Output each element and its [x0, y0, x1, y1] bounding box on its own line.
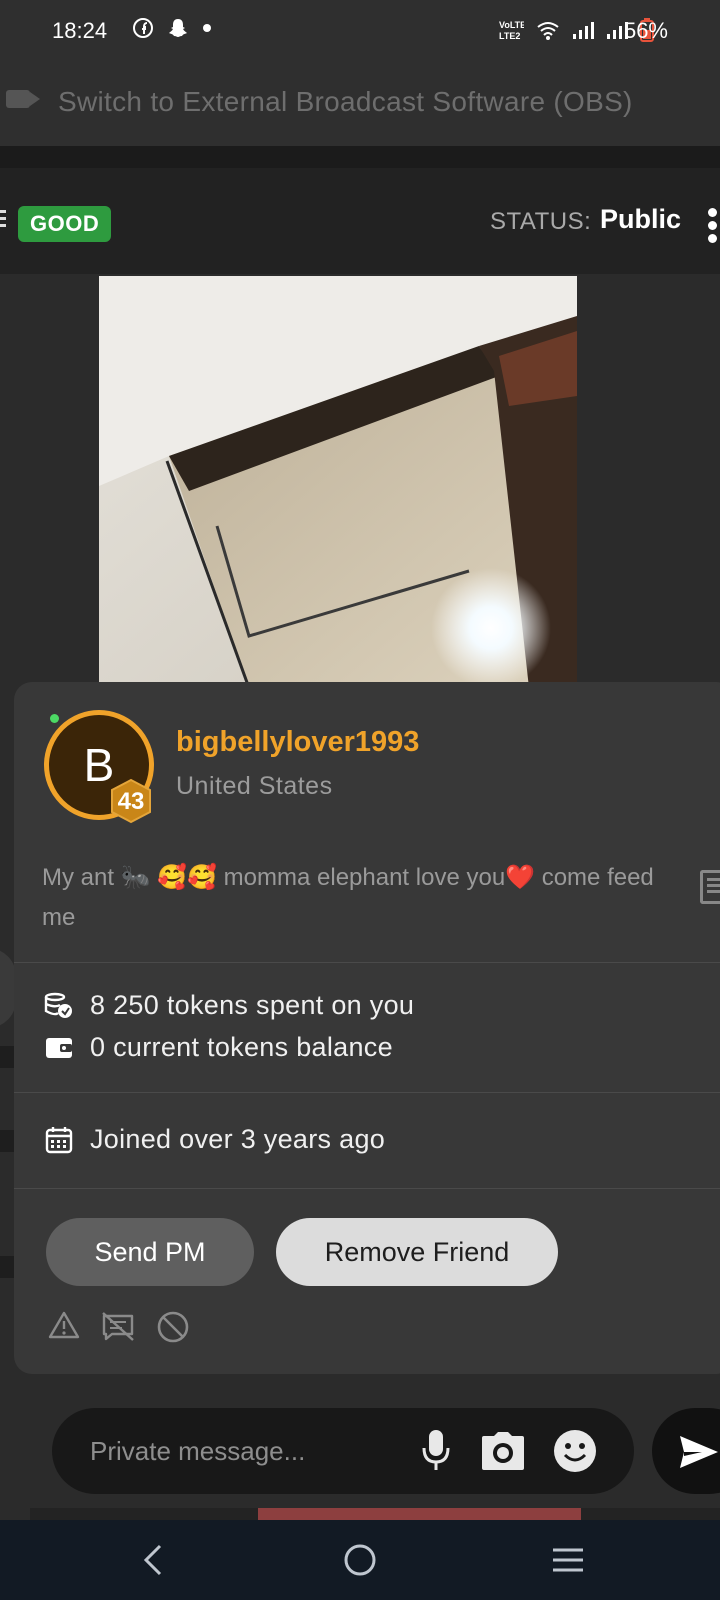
camera-icon[interactable] [480, 1430, 526, 1472]
camera-feed-image [99, 276, 577, 688]
tokens-spent-text: 8 250 tokens spent on you [90, 990, 415, 1020]
online-indicator [50, 714, 59, 723]
level-badge: 43 [108, 778, 154, 824]
moderation-actions [48, 1310, 190, 1344]
private-message-input[interactable]: Private message... [52, 1408, 634, 1494]
app-root: 18:24 VoLTE LTE2 56% Switch to External … [0, 0, 720, 1600]
username[interactable]: bigbellylover1993 [176, 726, 419, 759]
send-button[interactable] [652, 1408, 720, 1494]
user-bio: My ant 🐜 🥰🥰 momma elephant love you❤️ co… [42, 864, 654, 931]
remove-friend-button[interactable]: Remove Friend [276, 1218, 558, 1286]
progress-bar [30, 1508, 720, 1520]
coins-icon [44, 992, 72, 1018]
svg-text:VoLTE: VoLTE [499, 20, 524, 30]
facebook-icon [133, 18, 153, 38]
joined-text: Joined over 3 years ago [90, 1124, 386, 1154]
user-profile-card: B 43 bigbellylover1993 United States My … [14, 682, 720, 1374]
divider [14, 962, 720, 963]
microphone-icon[interactable] [420, 1428, 452, 1474]
send-pm-button[interactable]: Send PM [46, 1218, 254, 1286]
status-label: STATUS: [490, 208, 592, 235]
status-value[interactable]: Public [600, 204, 681, 235]
notification-icons [132, 16, 212, 40]
dot-icon [203, 24, 211, 32]
back-icon[interactable] [138, 1542, 168, 1578]
svg-text:LTE2: LTE2 [499, 31, 520, 41]
notes-icon[interactable] [700, 870, 720, 904]
video-preview[interactable] [99, 276, 577, 688]
obs-switch-bar[interactable]: Switch to External Broadcast Software (O… [0, 62, 720, 146]
emoji-icon[interactable] [552, 1428, 598, 1474]
send-icon [680, 1436, 718, 1468]
signal-icon [573, 22, 594, 39]
broadcast-header: GOOD STATUS: Public [0, 168, 720, 274]
snapchat-icon [169, 19, 187, 37]
status-bar: 18:24 VoLTE LTE2 56% [0, 0, 720, 62]
menu-icon[interactable] [0, 210, 6, 231]
battery-percent: 56% [623, 18, 668, 43]
home-icon[interactable] [342, 1542, 378, 1578]
status-time: 18:24 [52, 18, 108, 43]
separator-strip [0, 146, 720, 168]
video-camera-icon [6, 90, 40, 108]
level-number: 43 [117, 788, 145, 815]
avatar[interactable]: B 43 [44, 710, 154, 824]
calendar-icon [45, 1127, 73, 1154]
navigation-bar [0, 1520, 720, 1600]
divider [14, 1188, 720, 1189]
wallet-icon [46, 1038, 72, 1058]
divider [14, 1092, 720, 1093]
chat-bar: Private message... [0, 1374, 720, 1504]
obs-switch-label: Switch to External Broadcast Software (O… [58, 86, 633, 117]
tokens-balance-text: 0 current tokens balance [90, 1032, 393, 1062]
quality-badge: GOOD [18, 206, 112, 242]
block-icon[interactable] [156, 1310, 190, 1344]
no-chat-icon[interactable] [100, 1310, 136, 1342]
more-options-icon[interactable] [708, 208, 718, 247]
volte-icon: VoLTE LTE2 [499, 20, 524, 41]
message-placeholder: Private message... [90, 1436, 306, 1466]
recents-icon[interactable] [550, 1544, 586, 1576]
progress-fill [258, 1508, 581, 1520]
country: United States [176, 772, 333, 800]
report-icon[interactable] [48, 1310, 80, 1340]
wifi-icon [537, 22, 559, 40]
